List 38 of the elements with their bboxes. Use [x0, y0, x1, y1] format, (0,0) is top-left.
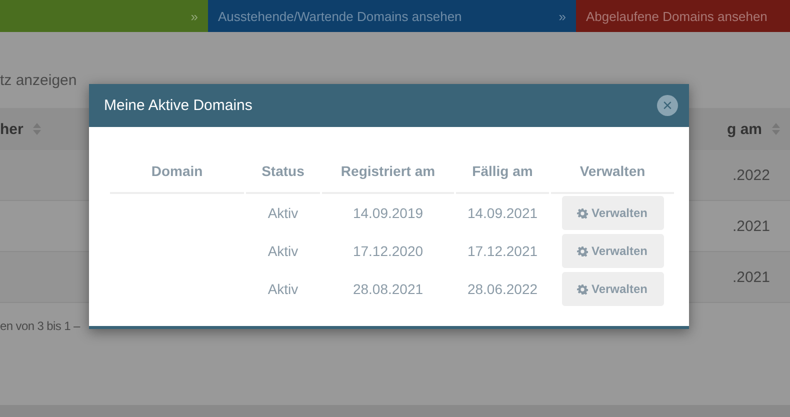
- column-header: Domain: [110, 151, 244, 194]
- date-cell-text: 14.09.2021: [466, 204, 539, 223]
- date-cell-text: 17.12.2021: [466, 242, 539, 261]
- double-chevron: »: [190, 8, 198, 24]
- gear-icon: [577, 284, 588, 294]
- manage-button[interactable]: Verwalten: [562, 196, 664, 230]
- table-cell: .2022: [732, 166, 770, 184]
- date-cell-text: 14.09.2019: [352, 204, 424, 223]
- column-header[interactable]: g am: [726, 120, 762, 138]
- manage-button[interactable]: Verwalten: [562, 272, 664, 306]
- nav-tile[interactable]: Abgelaufene Domains ansehen: [576, 0, 790, 32]
- status-cell-text: Aktiv: [266, 242, 300, 261]
- double-chevron: »: [558, 8, 566, 24]
- entries-label: tz anzeigen: [0, 72, 78, 91]
- column-header: Status: [246, 151, 320, 194]
- gear-icon: [577, 208, 588, 218]
- date-cell-text: 17.12.2020: [352, 242, 424, 261]
- close-button[interactable]: ×: [657, 95, 678, 116]
- date-cell-text: 28.08.2021: [352, 280, 424, 299]
- column-header: Fällig am: [456, 151, 549, 194]
- date-cell-text: 28.06.2022: [466, 280, 539, 299]
- status-cell-text: Aktiv: [266, 204, 300, 223]
- nav-tile-label: Abgelaufene Domains ansehen: [586, 8, 768, 24]
- column-header: Registriert am: [322, 151, 454, 194]
- nav-tile[interactable]: »: [0, 0, 208, 32]
- table-cell: .2021: [732, 218, 770, 234]
- column-header[interactable]: her: [0, 120, 24, 138]
- table-cell: .2021: [732, 268, 770, 286]
- modal-title: Meine Aktive Domains: [104, 97, 252, 114]
- sort-icon[interactable]: [33, 123, 42, 135]
- status-cell-text: Aktiv: [266, 280, 300, 299]
- sort-icon[interactable]: [772, 123, 780, 135]
- pagination-info: en von 3 bis 1 –: [0, 319, 82, 333]
- manage-button[interactable]: Verwalten: [562, 234, 664, 268]
- nav-tile[interactable]: Ausstehende/Wartende Domains ansehen »: [208, 0, 576, 32]
- gear-icon: [577, 246, 588, 256]
- column-header: Verwalten: [551, 151, 674, 194]
- nav-tile-label: Ausstehende/Wartende Domains ansehen: [218, 8, 463, 24]
